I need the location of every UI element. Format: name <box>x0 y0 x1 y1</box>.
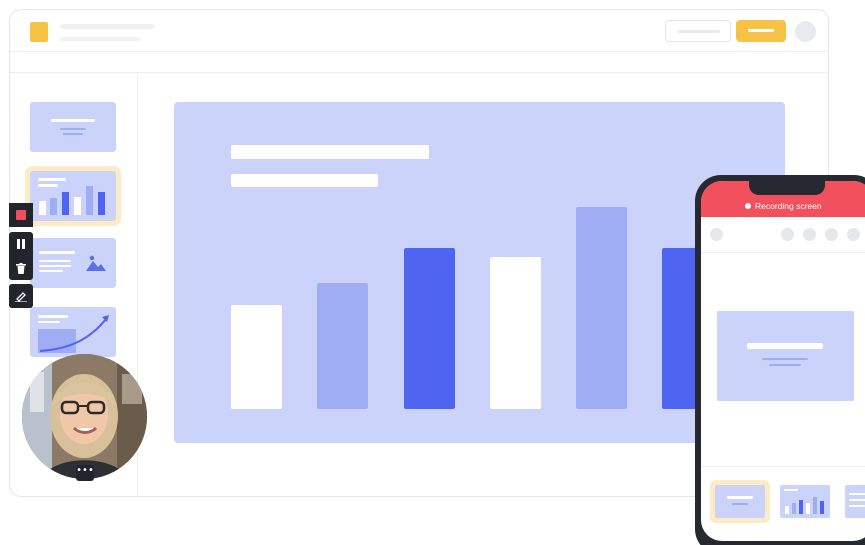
pen-icon <box>15 292 27 302</box>
stop-recording-button[interactable] <box>9 203 33 227</box>
chart-bar-3 <box>404 248 455 409</box>
webcam-bubble[interactable] <box>22 354 147 479</box>
chart-bar-2 <box>317 283 368 409</box>
user-avatar[interactable] <box>795 21 816 42</box>
phone-toolbar-button-1[interactable] <box>781 228 794 241</box>
main-slide-canvas <box>174 102 785 443</box>
webcam-more-button[interactable]: ••• <box>76 465 94 481</box>
slide-subtitle-placeholder <box>231 174 378 187</box>
image-icon <box>86 255 106 271</box>
chart-bar-5 <box>576 207 627 409</box>
slide-thumbnail-1[interactable] <box>30 102 116 152</box>
toolbar-strip <box>10 52 828 73</box>
app-logo <box>30 22 48 42</box>
chart-bar-1 <box>231 305 282 409</box>
phone-toolbar <box>701 217 865 253</box>
recording-status-bar: Recording screen <box>701 181 865 217</box>
phone-slide-preview <box>717 311 854 401</box>
delete-recording-button[interactable] <box>9 256 33 280</box>
phone-thumbnail-2[interactable] <box>780 485 830 518</box>
phone-toolbar-button-2[interactable] <box>803 228 816 241</box>
phone-menu-button[interactable] <box>710 228 723 241</box>
trend-line-icon <box>39 315 109 352</box>
pause-icon <box>17 239 25 249</box>
annotate-button[interactable] <box>9 284 33 308</box>
presenter-avatar <box>22 354 147 479</box>
document-title-placeholder <box>60 24 154 29</box>
phone-toolbar-button-3[interactable] <box>825 228 838 241</box>
app-header <box>10 10 828 52</box>
screen-recorder-illustration: ••• Recording screen <box>0 0 865 545</box>
chart-bar-4 <box>490 257 541 409</box>
slide-thumbnail-2[interactable] <box>30 171 116 221</box>
primary-button[interactable] <box>736 20 786 42</box>
recording-dot-icon <box>745 203 751 209</box>
phone-thumbnail-strip <box>701 466 865 541</box>
phone-device: Recording screen <box>695 175 865 545</box>
secondary-button[interactable] <box>665 20 731 42</box>
slide-thumbnail-3[interactable] <box>30 238 116 288</box>
phone-screen: Recording screen <box>701 181 865 541</box>
slide-title-placeholder <box>231 145 429 159</box>
phone-thumbnail-1[interactable] <box>715 485 765 518</box>
document-subtitle-placeholder <box>60 37 140 41</box>
phone-notch <box>749 181 825 195</box>
phone-toolbar-button-4[interactable] <box>847 228 860 241</box>
slide-thumbnail-4[interactable] <box>30 307 116 357</box>
recording-status-label: Recording screen <box>755 201 822 211</box>
trash-icon <box>16 262 26 274</box>
pause-recording-button[interactable] <box>9 232 33 256</box>
phone-thumbnail-3[interactable] <box>845 485 865 518</box>
stop-icon <box>16 210 26 220</box>
